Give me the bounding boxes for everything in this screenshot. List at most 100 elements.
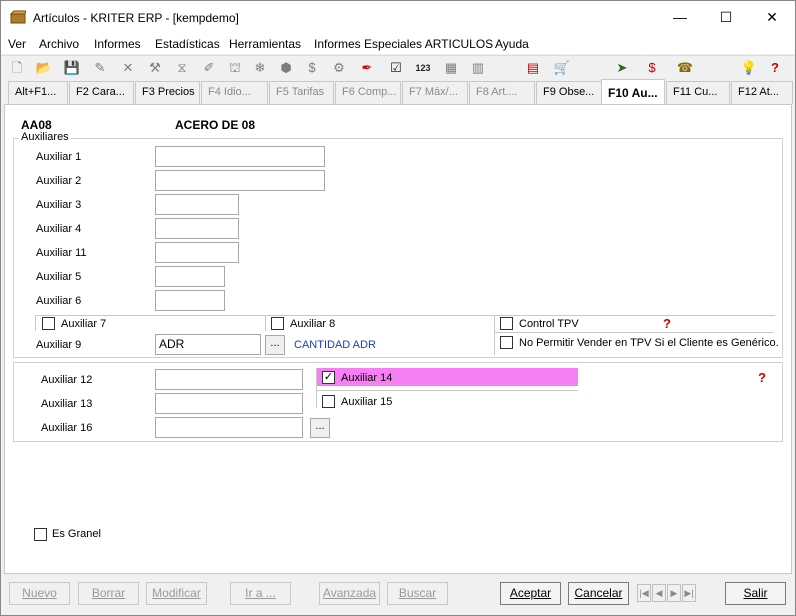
maximize-button[interactable]: ☐ bbox=[703, 1, 749, 34]
tab-f5-tarifas[interactable]: F5 Tarifas bbox=[269, 81, 334, 104]
save-icon[interactable]: 💾 bbox=[63, 59, 81, 77]
aux14-label: Auxiliar 14 bbox=[341, 372, 393, 384]
aux16-field[interactable] bbox=[155, 417, 303, 438]
aux5-field[interactable] bbox=[155, 266, 225, 287]
aux11-label: Auxiliar 11 bbox=[36, 247, 87, 259]
marker-icon[interactable]: ✒ bbox=[358, 59, 376, 77]
aux3-field[interactable] bbox=[155, 194, 239, 215]
menu-archivo[interactable]: Archivo bbox=[39, 37, 79, 51]
menu-estadisticas[interactable]: Estadísticas bbox=[155, 37, 220, 51]
tab-f9-observaciones[interactable]: F9 Obse... bbox=[536, 81, 602, 104]
aux13-field[interactable] bbox=[155, 393, 303, 414]
next-record-icon[interactable]: ▶ bbox=[667, 584, 681, 602]
aux7-checkbox[interactable] bbox=[42, 317, 55, 330]
aux14-divider bbox=[316, 368, 317, 408]
cancelar-button[interactable]: Cancelar bbox=[568, 582, 629, 605]
dollar-icon[interactable]: $ bbox=[303, 59, 321, 77]
menu-ayuda[interactable]: Ayuda bbox=[495, 37, 529, 51]
modificar-button[interactable]: Modificar bbox=[146, 582, 207, 605]
box-icon[interactable]: ⬢ bbox=[277, 59, 295, 77]
report-icon[interactable]: ▤ bbox=[524, 59, 542, 77]
checklist-icon[interactable]: ☑ bbox=[387, 59, 405, 77]
filter-icon[interactable]: ⧖ bbox=[173, 59, 191, 77]
no-permitir-checkbox[interactable] bbox=[500, 336, 513, 349]
snowflake-icon[interactable]: ❄ bbox=[251, 59, 269, 77]
aux1-field[interactable] bbox=[155, 146, 325, 167]
tab-f12-atributos[interactable]: F12 At... bbox=[731, 81, 793, 104]
tools-icon[interactable]: ⚒ bbox=[146, 59, 164, 77]
tab-alt-f1[interactable]: Alt+F1... bbox=[8, 81, 68, 104]
stamp-icon[interactable]: ⛫ bbox=[226, 59, 244, 77]
aux4-field[interactable] bbox=[155, 218, 239, 239]
numbers-icon[interactable]: 123 bbox=[414, 59, 432, 77]
money-bag-icon[interactable]: $ bbox=[643, 59, 661, 77]
aux8-checkbox[interactable] bbox=[271, 317, 284, 330]
last-record-icon[interactable]: ▶| bbox=[682, 584, 696, 602]
aux6-field[interactable] bbox=[155, 290, 225, 311]
aux8-label: Auxiliar 8 bbox=[290, 318, 336, 330]
phone-icon[interactable]: ☎ bbox=[676, 59, 694, 77]
gear-icon[interactable]: ⚙ bbox=[330, 59, 348, 77]
pen-icon[interactable]: ✐ bbox=[200, 59, 218, 77]
borrar-button[interactable]: Borrar bbox=[78, 582, 139, 605]
aux5-label: Auxiliar 5 bbox=[36, 271, 82, 283]
tab-f7-maximos[interactable]: F7 Máx/... bbox=[402, 81, 468, 104]
open-folder-icon[interactable]: 📂 bbox=[35, 59, 53, 77]
buscar-button[interactable]: Buscar bbox=[387, 582, 448, 605]
tab-f6-compras[interactable]: F6 Comp... bbox=[335, 81, 401, 104]
nuevo-button[interactable]: Nuevo bbox=[9, 582, 70, 605]
help-icon-2[interactable]: ? bbox=[754, 371, 770, 385]
toolbar: 🗋 📂 💾 ✎ ✕ ⚒ ⧖ ✐ ⛫ ❄ ⬢ $ ⚙ ✒ ☑ 123 ▦ ▥ ▤ … bbox=[1, 55, 795, 79]
aux14-checkbox[interactable]: ✓ bbox=[322, 371, 335, 384]
aux2-field[interactable] bbox=[155, 170, 325, 191]
aux12-field[interactable] bbox=[155, 369, 303, 390]
checkbox-divider-0 bbox=[35, 315, 36, 331]
aux12-label: Auxiliar 12 bbox=[41, 374, 93, 386]
delete-icon[interactable]: ✕ bbox=[119, 59, 137, 77]
menu-informes-especiales[interactable]: Informes Especiales ARTICULOS bbox=[314, 37, 493, 51]
control-tpv-label: Control TPV bbox=[519, 318, 579, 330]
no-permitir-label: No Permitir Vender en TPV Si el Cliente … bbox=[519, 337, 779, 349]
tab-f8-articulos[interactable]: F8 Art.... bbox=[469, 81, 535, 104]
aux15-checkbox[interactable] bbox=[322, 395, 335, 408]
aux9-field[interactable]: ADR bbox=[155, 334, 261, 355]
aux4-label: Auxiliar 4 bbox=[36, 223, 82, 235]
avanzada-button[interactable]: Avanzada bbox=[319, 582, 380, 605]
es-granel-label: Es Granel bbox=[52, 528, 101, 540]
close-button[interactable]: ✕ bbox=[749, 1, 795, 34]
tab-f3-precios[interactable]: F3 Precios bbox=[135, 81, 200, 104]
arrow-tag-icon[interactable]: ➤ bbox=[613, 59, 631, 77]
ira-button[interactable]: Ir a ... bbox=[230, 582, 291, 605]
tab-f2-caracteristicas[interactable]: F2 Cara... bbox=[69, 81, 134, 104]
aux11-field[interactable] bbox=[155, 242, 239, 263]
help-icon[interactable]: ? bbox=[766, 59, 784, 77]
aux6-label: Auxiliar 6 bbox=[36, 295, 82, 307]
control-tpv-checkbox[interactable] bbox=[500, 317, 513, 330]
bar-chart-icon[interactable]: ▥ bbox=[469, 59, 487, 77]
menu-ver[interactable]: Ver bbox=[8, 37, 26, 51]
edit-icon[interactable]: ✎ bbox=[91, 59, 109, 77]
minimize-button[interactable]: — bbox=[657, 1, 703, 34]
es-granel-checkbox[interactable] bbox=[34, 528, 47, 541]
tab-f4-idiomas[interactable]: F4 Idio... bbox=[201, 81, 268, 104]
menu-herramientas[interactable]: Herramientas bbox=[229, 37, 301, 51]
cart-icon[interactable]: 🛒 bbox=[553, 59, 571, 77]
tab-f11-cuentas[interactable]: F11 Cu... bbox=[666, 81, 730, 104]
salir-button[interactable]: Salir bbox=[725, 582, 786, 605]
aux16-ellipsis-button[interactable]: ... bbox=[310, 418, 330, 438]
help-icon[interactable]: ? bbox=[659, 317, 675, 331]
menu-informes[interactable]: Informes bbox=[94, 37, 141, 51]
checkbox-divider-2 bbox=[494, 315, 495, 355]
tab-f10-auxiliares[interactable]: F10 Au... bbox=[601, 79, 665, 105]
tpv-separator bbox=[494, 332, 774, 333]
calculator-icon[interactable]: ▦ bbox=[442, 59, 460, 77]
first-record-icon[interactable]: |◀ bbox=[637, 584, 651, 602]
auxiliares-group-label: Auxiliares bbox=[19, 131, 71, 143]
lightbulb-icon[interactable]: 💡 bbox=[740, 59, 758, 77]
aux9-description: CANTIDAD ADR bbox=[294, 339, 376, 351]
aceptar-button[interactable]: Aceptar bbox=[500, 582, 561, 605]
prev-record-icon[interactable]: ◀ bbox=[652, 584, 666, 602]
aux7-label: Auxiliar 7 bbox=[61, 318, 107, 330]
new-document-icon[interactable]: 🗋 bbox=[8, 59, 26, 77]
aux9-ellipsis-button[interactable]: ... bbox=[265, 335, 285, 355]
